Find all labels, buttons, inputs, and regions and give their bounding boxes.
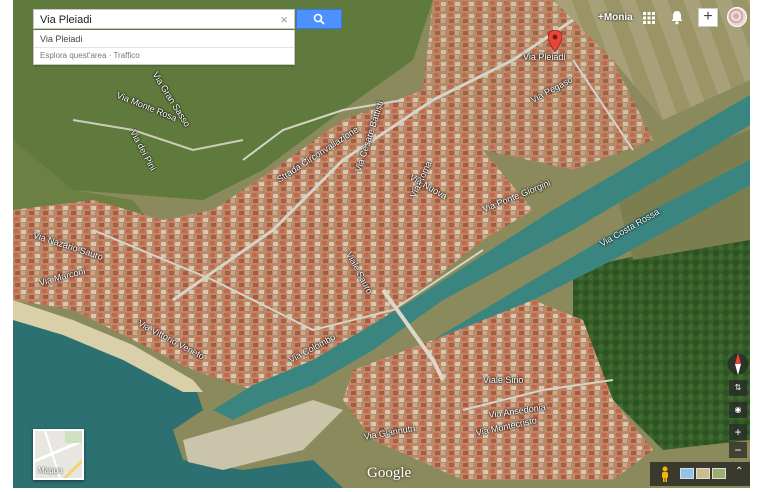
traffic-link[interactable]: Traffico <box>113 51 139 60</box>
apps-icon[interactable] <box>643 12 655 24</box>
tilt-button[interactable]: ⇅ <box>729 380 747 396</box>
account-link[interactable]: +Monia <box>598 12 633 23</box>
location-pin-icon[interactable] <box>548 30 562 52</box>
avatar[interactable] <box>727 7 747 27</box>
close-icon[interactable]: × <box>280 12 288 28</box>
zoom-in-button[interactable]: + <box>729 424 747 440</box>
map-type-label: Mappa <box>38 466 63 475</box>
map-label: Via Pleiadi <box>523 52 566 62</box>
search-icon <box>313 13 325 25</box>
plus-icon[interactable]: + <box>698 8 718 27</box>
map-label: Viale Sirio <box>483 375 524 385</box>
bell-icon[interactable] <box>670 10 684 25</box>
expand-icon[interactable]: ⌃ <box>735 466 743 477</box>
google-logo: Google <box>367 465 412 481</box>
suggestion-links: Esplora quest'area · Traffico <box>34 48 294 64</box>
pegman-icon[interactable] <box>660 466 670 482</box>
satellite-map[interactable]: Via Pleiadi Via Pegaso Strada Circonvall… <box>13 0 750 488</box>
imagery-bar: ⌃ <box>650 462 750 486</box>
search-suggestions: Via Pleiadi Esplora quest'area · Traffic… <box>33 30 295 65</box>
suggestion-item[interactable]: Via Pleiadi <box>34 30 294 48</box>
locate-button[interactable]: ◉ <box>729 402 747 418</box>
search-input[interactable] <box>40 12 270 28</box>
imagery-thumbnail[interactable] <box>712 468 726 479</box>
satellite-imagery[interactable] <box>13 0 750 488</box>
imagery-thumbnail[interactable] <box>680 468 694 479</box>
map-type-switcher[interactable]: Mappa <box>33 429 84 480</box>
compass-icon[interactable] <box>727 350 749 378</box>
search-box[interactable]: × <box>33 9 295 29</box>
zoom-out-button[interactable]: − <box>729 442 747 458</box>
map-frame: Via Pleiadi Via Pegaso Strada Circonvall… <box>0 0 764 492</box>
explore-area-link[interactable]: Esplora quest'area <box>40 51 106 60</box>
search-button[interactable] <box>296 9 342 29</box>
imagery-thumbnail[interactable] <box>696 468 710 479</box>
